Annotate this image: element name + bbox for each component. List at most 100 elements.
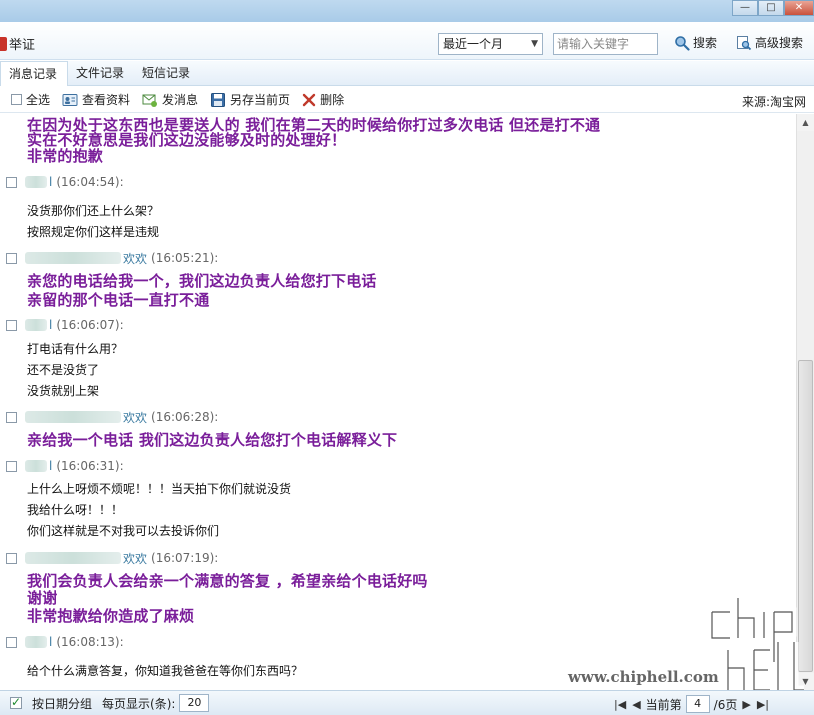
message-checkbox[interactable]	[6, 411, 17, 423]
checkbox[interactable]	[11, 94, 22, 105]
per-page-label: 每页显示(条):	[102, 696, 176, 711]
watermark-text: www.chiphell.com	[568, 668, 719, 686]
message-line: 非常的抱歉	[27, 147, 104, 165]
message-list[interactable]: 在因为处于这东西也是要送人的 我们在第二天的时候给你打过多次电话 但还是打不通 …	[0, 114, 796, 690]
message-line: 我给什么呀！！！	[27, 503, 124, 517]
message-checkbox[interactable]	[6, 176, 17, 188]
message-timestamp: (16:06:28):	[151, 410, 219, 424]
message-timestamp: (16:05:21):	[151, 251, 219, 265]
advanced-search-button[interactable]: 高级搜索	[736, 34, 803, 51]
search-button[interactable]: 搜索	[674, 34, 717, 51]
sender-name-suffix: l	[49, 175, 53, 189]
message-checkbox[interactable]	[6, 252, 17, 264]
blurred-sender-name	[25, 176, 47, 188]
message-header: l (16:06:07):	[6, 317, 124, 333]
message-checkbox[interactable]	[6, 636, 17, 648]
search-button-label: 搜索	[693, 36, 718, 50]
tab-file-records[interactable]: 文件记录	[68, 61, 134, 86]
sender-name-suffix: l	[49, 635, 53, 649]
message-checkbox[interactable]	[6, 552, 17, 564]
group-by-date-checkbox[interactable]	[10, 695, 22, 709]
profile-card-icon	[62, 93, 78, 106]
message-line: 亲给我一个电话 我们这边负责人给您打个电话解释义下	[27, 431, 398, 449]
close-button[interactable]: ✕	[784, 0, 814, 16]
message-line: 没货那你们还上什么架？	[27, 204, 160, 218]
message-line: 按照规定你们这样是违规	[27, 225, 160, 239]
message-header: l (16:06:31):	[6, 458, 124, 474]
footer-bar: 按日期分组 每页显示(条): 20 |◀ ◀ 当前第 4 /6页 ▶ ▶|	[0, 690, 814, 715]
report-label: 举证	[9, 38, 36, 53]
message-timestamp: (16:06:31):	[56, 459, 124, 473]
message-line: 亲您的电话给我一个，我们这边负责人给您打下电话	[27, 272, 377, 290]
chiphell-logo	[708, 598, 804, 695]
scroll-up-arrow[interactable]: ▲	[797, 114, 814, 131]
blurred-sender-name	[25, 411, 121, 423]
message-timestamp: (16:04:54):	[56, 175, 124, 189]
message-line: 还不是没货了	[27, 363, 100, 377]
message-header: 欢欢 (16:07:19):	[6, 550, 218, 566]
send-message-button[interactable]: 发消息	[142, 91, 198, 108]
page-number-input[interactable]: 4	[685, 695, 710, 713]
first-page-button[interactable]: |◀	[613, 698, 627, 711]
delete-label: 删除	[320, 93, 345, 107]
message-line: 你们这样就是不对我可以去投诉你们	[27, 524, 220, 538]
message-header: 欢欢 (16:05:21):	[6, 250, 218, 266]
blurred-sender-name	[25, 636, 47, 648]
message-checkbox[interactable]	[6, 460, 17, 472]
view-profile-button[interactable]: 查看资料	[62, 91, 130, 108]
blurred-sender-name	[25, 552, 121, 564]
chevron-down-icon: ▼	[531, 39, 538, 49]
record-tabs: 消息记录 文件记录 短信记录	[0, 61, 814, 86]
message-line: 没货就别上架	[27, 384, 100, 398]
search-input[interactable]: 请输入关键字	[553, 33, 658, 55]
last-page-button[interactable]: ▶|	[756, 698, 770, 711]
tab-message-records[interactable]: 消息记录	[0, 61, 69, 86]
message-line: 亲留的那个电话一直打不通	[27, 291, 210, 309]
advanced-search-label: 高级搜索	[755, 36, 804, 50]
pagination: |◀ ◀ 当前第 4 /6页 ▶ ▶|	[613, 695, 770, 713]
sender-name-suffix: 欢欢	[123, 251, 148, 266]
minimize-button[interactable]: —	[732, 0, 758, 16]
title-bar: — □ ✕	[0, 0, 814, 22]
search-placeholder: 请输入关键字	[557, 37, 630, 51]
message-timestamp: (16:06:07):	[56, 318, 124, 332]
delete-button[interactable]: 删除	[302, 91, 344, 108]
tab-sms-records[interactable]: 短信记录	[134, 61, 200, 86]
message-timestamp: (16:08:13):	[56, 635, 124, 649]
blurred-sender-name	[25, 460, 47, 472]
message-timestamp: (16:07:19):	[151, 551, 219, 565]
next-page-button[interactable]: ▶	[741, 698, 751, 711]
blurred-sender-name	[25, 319, 47, 331]
sender-name-suffix: 欢欢	[123, 551, 148, 566]
message-header: 欢欢 (16:06:28):	[6, 409, 218, 425]
per-page-input[interactable]: 20	[179, 694, 210, 712]
message-line: 给个什么满意答复，你知道我爸爸在等你们东西吗？	[27, 664, 304, 678]
group-by-date-label: 按日期分组	[32, 696, 93, 711]
source-label: 来源:淘宝网	[741, 95, 806, 109]
save-page-label: 另存当前页	[230, 93, 291, 107]
search-header: 举证 最近一个月 ▼ 请输入关键字 搜索 高级搜索	[0, 22, 814, 60]
message-line: 打电话有什么用？	[27, 342, 124, 356]
view-profile-label: 查看资料	[82, 93, 131, 107]
sender-name-suffix: l	[49, 318, 53, 332]
message-header: l (16:08:13):	[6, 634, 124, 650]
select-all-checkbox[interactable]: 全选	[11, 91, 50, 108]
message-line: 上什么上呀烦不烦呢！！！当天拍下你们就说没货	[27, 482, 292, 496]
message-line: 我们会负责人会给亲一个满意的答复 ，希望亲给个电话好吗	[27, 572, 428, 590]
date-range-select[interactable]: 最近一个月 ▼	[438, 33, 543, 55]
blurred-sender-name	[25, 252, 121, 264]
current-page-label: 当前第	[645, 697, 682, 712]
send-message-label: 发消息	[162, 93, 199, 107]
delete-x-icon	[302, 93, 316, 106]
date-range-value: 最近一个月	[443, 37, 504, 51]
save-page-button[interactable]: 另存当前页	[210, 91, 290, 108]
message-checkbox[interactable]	[6, 319, 17, 331]
save-icon	[211, 92, 226, 107]
toolbar: 全选 查看资料 发消息 另存当前页 删除 来源:淘宝网	[0, 87, 814, 113]
report-button[interactable]: 举证	[0, 34, 35, 53]
search-icon	[675, 35, 690, 51]
maximize-button[interactable]: □	[758, 0, 784, 16]
select-all-label: 全选	[26, 93, 51, 107]
prev-page-button[interactable]: ◀	[631, 698, 641, 711]
window-controls: — □ ✕	[732, 0, 814, 16]
